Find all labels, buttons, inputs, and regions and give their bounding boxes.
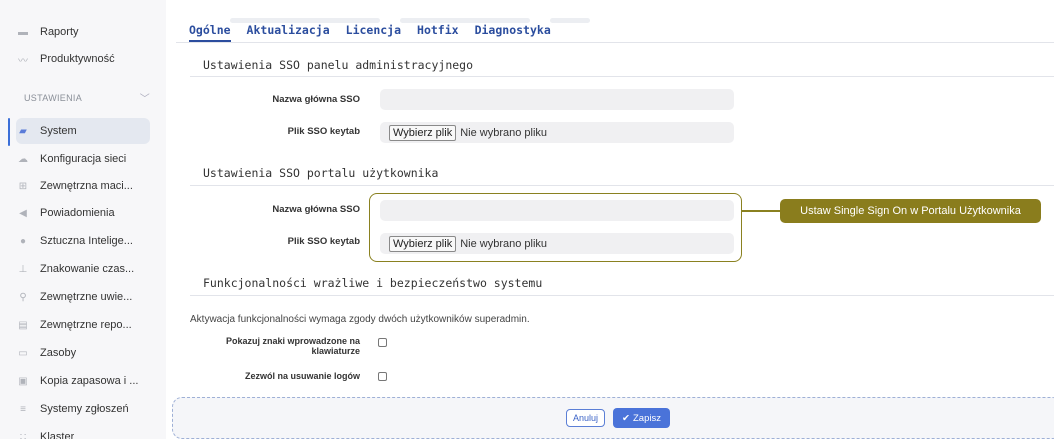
sidebar-item-label: Kopia zapasowa i ... <box>40 375 139 387</box>
sidebar-item-auth[interactable]: ⚲ Zewnętrzne uwie... <box>16 284 150 310</box>
tab-bar: Ogólne Aktualizacja Licencja Hotfix Diag… <box>189 23 551 37</box>
sidebar-item-label: Znakowanie czas... <box>40 263 135 275</box>
sidebar-item-network[interactable]: ☁ Konfiguracja sieci <box>16 146 150 172</box>
sidebar-item-label: Produktywność <box>40 53 115 65</box>
stamp-icon: ⊥ <box>18 263 28 275</box>
sidebar: ▬ Raporty 〰 Produktywność USTAWIENIA ﹀ ▰… <box>0 0 166 439</box>
save-button[interactable]: ✔ Zapisz <box>613 408 670 428</box>
faded-header-remnant <box>230 10 750 23</box>
choose-file-button[interactable]: Wybierz plik <box>389 124 457 141</box>
show-keystrokes-checkbox[interactable] <box>378 338 387 347</box>
show-keystrokes-label: Pokazuj znaki wprowadzone na klawiaturze <box>225 336 360 356</box>
sidebar-item-matrix[interactable]: ⊞ Zewnętrzna maci... <box>16 173 150 199</box>
sidebar-item-timestamp[interactable]: ⊥ Znakowanie czas... <box>16 256 150 282</box>
sidebar-item-cluster[interactable]: ∷ Klaster <box>16 424 150 439</box>
sidebar-item-resources[interactable]: ▭ Zasoby <box>16 340 150 366</box>
sitemap-icon: ⊞ <box>18 180 28 192</box>
section-divider <box>190 295 1054 296</box>
tab-diagnostics[interactable]: Diagnostyka <box>475 23 551 37</box>
check-icon: ✔ <box>622 412 630 424</box>
backup-icon: ▣ <box>18 375 28 387</box>
cluster-icon: ∷ <box>19 431 27 439</box>
user-sso-principal-label: Nazwa główna SSO <box>272 204 360 215</box>
printer-icon: ▬ <box>18 26 28 38</box>
sidebar-item-label: Konfiguracja sieci <box>40 153 127 165</box>
ticket-icon: ≡ <box>20 403 26 415</box>
section-divider <box>190 185 1054 186</box>
tab-license[interactable]: Licencja <box>346 23 401 37</box>
admin-sso-principal-input[interactable] <box>380 89 734 110</box>
cancel-button[interactable]: Anuluj <box>566 409 605 427</box>
allow-log-delete-checkbox[interactable] <box>378 372 387 381</box>
section-divider <box>190 76 1054 77</box>
sidebar-item-raporty[interactable]: ▬ Raporty <box>16 19 150 45</box>
save-button-label: Zapisz <box>632 412 661 424</box>
tabs-divider <box>176 42 1054 43</box>
tab-hotfix[interactable]: Hotfix <box>417 23 459 37</box>
sidebar-item-label: Raporty <box>40 26 79 38</box>
highlight-box <box>369 193 742 262</box>
sidebar-item-label: System <box>40 125 77 137</box>
chevron-down-icon: ﹀ <box>139 94 150 105</box>
sidebar-section-settings[interactable]: USTAWIENIA ﹀ <box>24 90 150 106</box>
admin-sso-keytab-label: Plik SSO keytab <box>287 126 360 137</box>
sidebar-item-notifications[interactable]: ◀ Powiadomienia <box>16 200 150 226</box>
file-status: Nie wybrano pliku <box>460 126 548 139</box>
sidebar-item-label: Systemy zgłoszeń <box>40 403 129 415</box>
sidebar-item-tickets[interactable]: ≡ Systemy zgłoszeń <box>16 396 150 422</box>
sidebar-item-label: Sztuczna Intelige... <box>40 235 133 247</box>
admin-sso-principal-label: Nazwa główna SSO <box>272 94 360 105</box>
key-icon: ⚲ <box>19 291 27 303</box>
security-title: Funkcjonalności wrażliwe i bezpieczeństw… <box>203 276 543 290</box>
sidebar-item-system[interactable]: ▰ System <box>16 118 150 144</box>
callout-tooltip: Ustaw Single Sign On w Portalu Użytkowni… <box>780 199 1041 223</box>
sidebar-item-ai[interactable]: ● Sztuczna Intelige... <box>16 228 150 254</box>
admin-sso-keytab-file-input[interactable]: Wybierz plik Nie wybrano pliku <box>380 122 734 143</box>
admin-sso-title: Ustawienia SSO panelu administracyjnego <box>203 58 474 72</box>
active-indicator <box>8 118 10 146</box>
sidebar-item-label: Klaster <box>40 431 75 439</box>
sidebar-item-label: Zewnętrzne repo... <box>40 319 132 331</box>
callout-connector <box>742 210 780 212</box>
allow-log-delete-label: Zezwól na usuwanie logów <box>244 371 360 381</box>
folder-icon: ▰ <box>19 125 27 137</box>
sidebar-item-label: Zewnętrzna maci... <box>40 180 133 192</box>
sidebar-item-backup[interactable]: ▣ Kopia zapasowa i ... <box>16 368 150 394</box>
sidebar-section-label: USTAWIENIA <box>24 92 83 103</box>
sidebar-item-repo[interactable]: ▤ Zewnętrzne repo... <box>16 312 150 338</box>
user-sso-keytab-label: Plik SSO keytab <box>287 236 360 247</box>
archive-icon: ▤ <box>18 319 28 331</box>
megaphone-icon: ◀ <box>19 207 27 219</box>
security-note: Aktywacja funkcjonalności wymaga zgody d… <box>190 314 530 325</box>
tab-update[interactable]: Aktualizacja <box>247 23 330 37</box>
network-icon: ☁ <box>18 153 28 165</box>
resources-icon: ▭ <box>18 347 28 359</box>
tab-general[interactable]: Ogólne <box>189 23 231 37</box>
sidebar-item-label: Zewnętrzne uwie... <box>40 291 133 303</box>
sidebar-item-label: Zasoby <box>40 347 77 359</box>
brain-icon: ● <box>19 235 27 247</box>
sidebar-item-label: Powiadomienia <box>40 207 115 219</box>
chart-icon: 〰 <box>18 55 28 67</box>
sidebar-item-produktywnosc[interactable]: 〰 Produktywność <box>16 46 150 72</box>
user-sso-title: Ustawienia SSO portalu użytkownika <box>203 166 439 180</box>
